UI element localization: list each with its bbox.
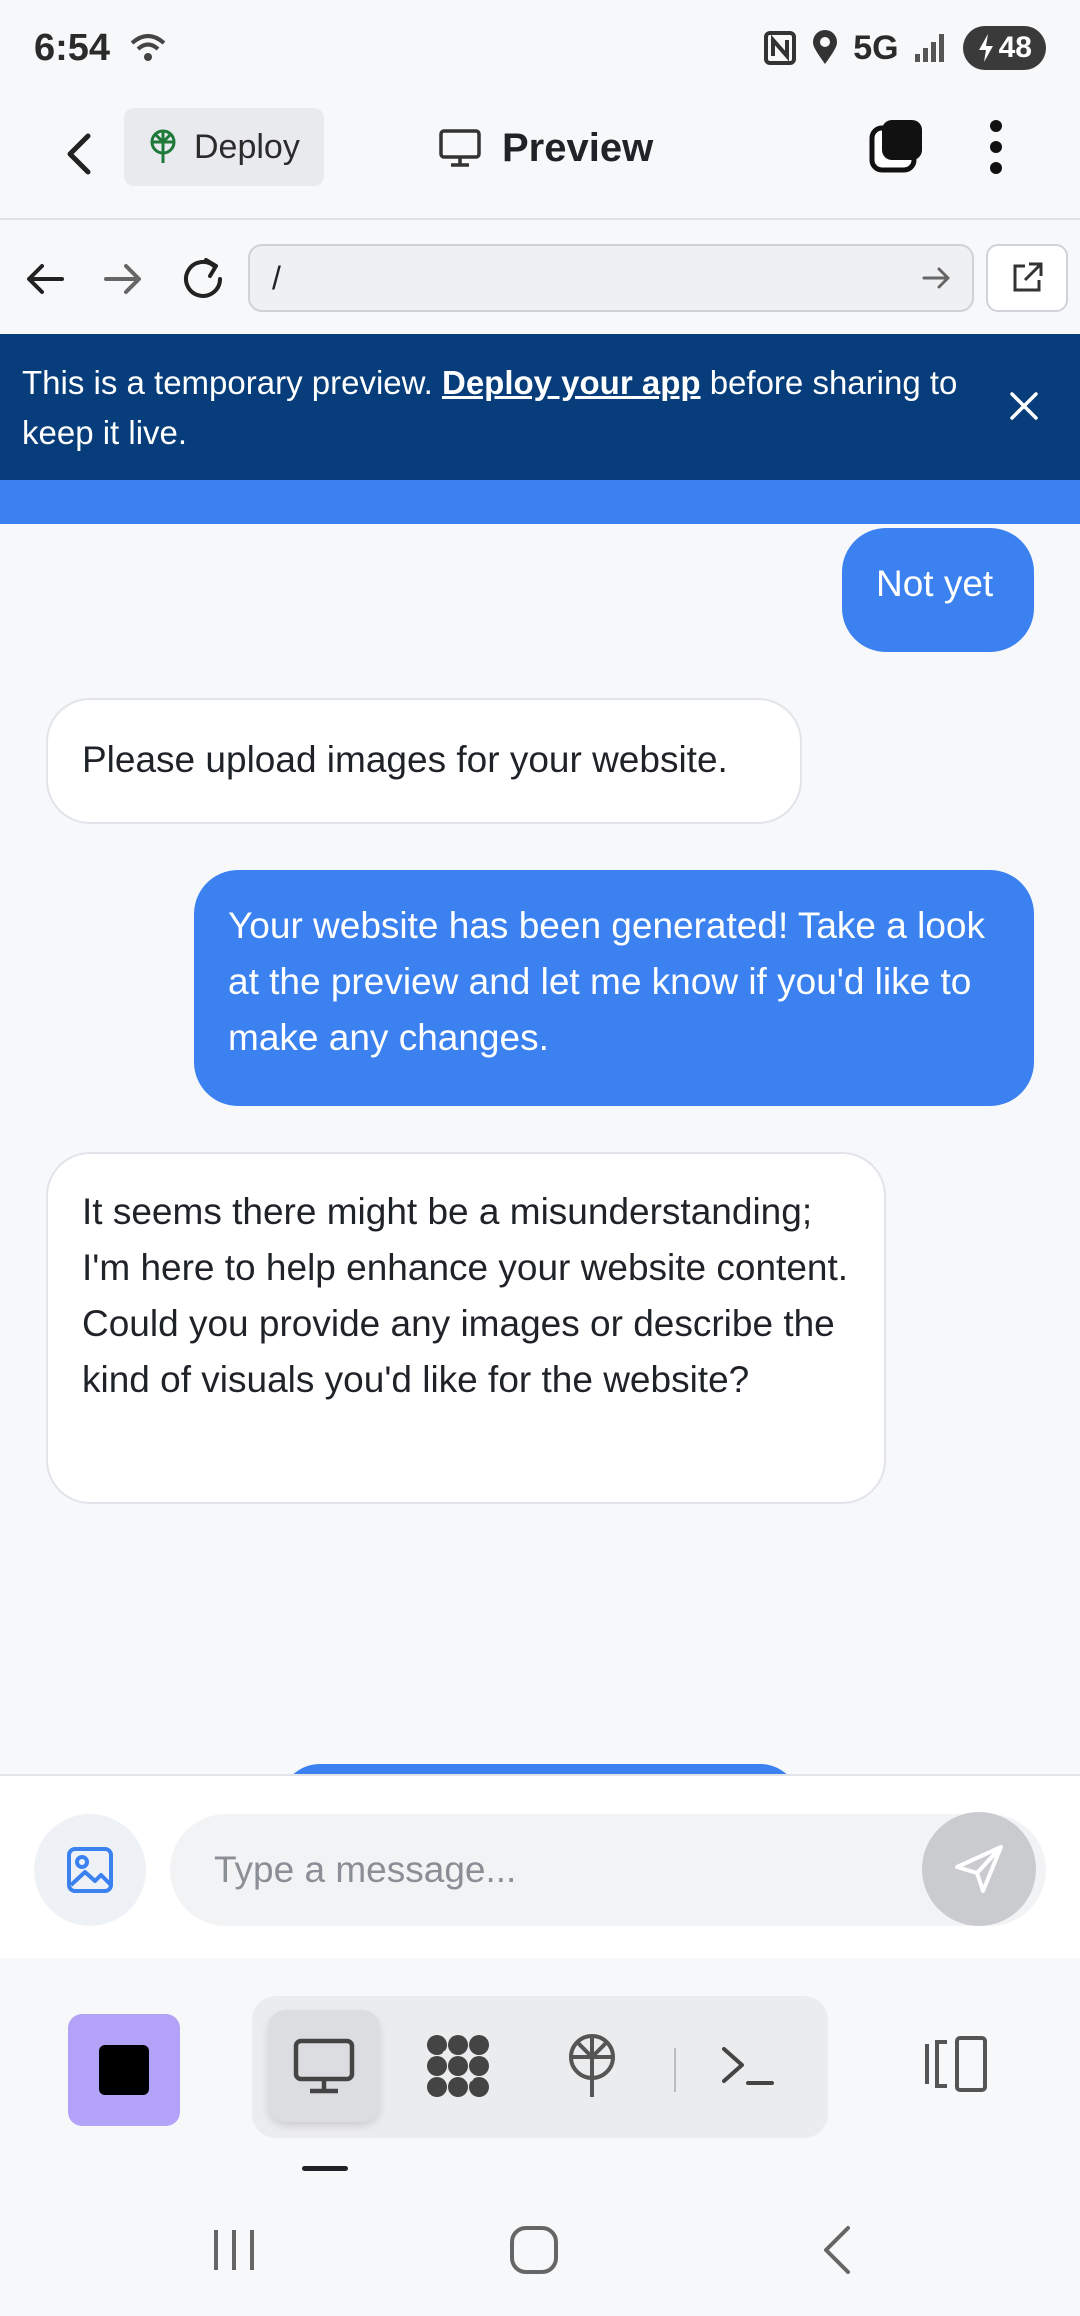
recent-apps-icon[interactable] bbox=[204, 2220, 264, 2280]
system-back-icon[interactable] bbox=[808, 2220, 868, 2280]
external-link-icon bbox=[1013, 262, 1043, 292]
image-icon bbox=[67, 1847, 113, 1893]
url-input[interactable]: / bbox=[248, 244, 974, 312]
stop-button[interactable] bbox=[68, 2014, 180, 2126]
deploy-label: Deploy bbox=[194, 127, 300, 166]
status-bar: 6:54 5G 48 bbox=[0, 0, 1080, 96]
send-button[interactable] bbox=[922, 1812, 1036, 1926]
charging-icon bbox=[978, 34, 993, 62]
chat-messages: Not yet Please upload images for your we… bbox=[0, 524, 1080, 1774]
signal-icon bbox=[914, 34, 944, 62]
active-tab-indicator bbox=[302, 2166, 348, 2171]
bottom-toolbar bbox=[0, 1958, 1080, 2180]
monitor-icon bbox=[439, 129, 481, 167]
deploy-icon bbox=[150, 129, 176, 163]
agent-icon bbox=[427, 2035, 489, 2097]
tab-console[interactable] bbox=[692, 2010, 804, 2122]
assistant-message: Please upload images for your website. bbox=[46, 698, 802, 824]
page-title: Preview bbox=[438, 118, 653, 178]
system-navigation-bar bbox=[0, 2180, 1080, 2316]
send-icon bbox=[955, 1845, 1003, 1893]
close-icon[interactable] bbox=[1004, 386, 1044, 426]
banner-text: This is a temporary preview. bbox=[22, 364, 442, 401]
monitor-icon bbox=[293, 2038, 355, 2094]
url-toolbar: / bbox=[0, 222, 1080, 334]
home-icon[interactable] bbox=[504, 2220, 564, 2280]
reload-icon[interactable] bbox=[176, 252, 230, 306]
battery-indicator: 48 bbox=[962, 26, 1046, 70]
stop-icon bbox=[99, 2045, 149, 2095]
tab-preview[interactable] bbox=[268, 2010, 380, 2122]
page-title-text: Preview bbox=[502, 125, 654, 170]
user-message: Your website has been generated! Take a … bbox=[194, 870, 1034, 1106]
go-arrow-icon[interactable] bbox=[918, 260, 954, 296]
open-external-button[interactable] bbox=[986, 244, 1068, 312]
partial-button[interactable] bbox=[280, 1764, 800, 1774]
more-options-icon[interactable] bbox=[970, 116, 1022, 178]
back-icon[interactable] bbox=[50, 124, 110, 184]
preview-header-strip bbox=[0, 480, 1080, 524]
terminal-icon bbox=[722, 2047, 774, 2085]
tabs-icon[interactable] bbox=[866, 116, 928, 178]
upload-image-button[interactable] bbox=[34, 1814, 146, 1926]
view-switcher bbox=[252, 1996, 828, 2138]
deploy-app-link[interactable]: Deploy your app bbox=[442, 364, 701, 401]
panel-toggle-button[interactable] bbox=[900, 2008, 1012, 2120]
message-composer bbox=[0, 1774, 1080, 1958]
battery-level: 48 bbox=[998, 31, 1032, 64]
deploy-icon bbox=[569, 2034, 615, 2097]
wifi-icon bbox=[130, 34, 166, 61]
tab-agent[interactable] bbox=[402, 2010, 514, 2122]
nfc-icon bbox=[764, 31, 797, 65]
browser-back-icon[interactable] bbox=[18, 252, 72, 306]
temporary-preview-banner: This is a temporary preview. Deploy your… bbox=[0, 334, 1080, 480]
app-bar: Deploy Preview bbox=[0, 96, 1080, 220]
url-value: / bbox=[272, 259, 281, 296]
user-message: Not yet bbox=[842, 528, 1034, 652]
location-icon bbox=[813, 30, 838, 64]
status-time: 6:54 bbox=[34, 26, 111, 69]
assistant-message: It seems there might be a misunderstandi… bbox=[46, 1152, 886, 1504]
panel-icon bbox=[925, 2036, 987, 2092]
message-input[interactable] bbox=[170, 1814, 1046, 1926]
toolbar-divider bbox=[674, 2048, 676, 2092]
browser-forward-icon[interactable] bbox=[96, 252, 150, 306]
tab-deploy[interactable] bbox=[536, 2010, 648, 2122]
deploy-button[interactable]: Deploy bbox=[124, 108, 324, 186]
network-type: 5G bbox=[853, 28, 899, 67]
